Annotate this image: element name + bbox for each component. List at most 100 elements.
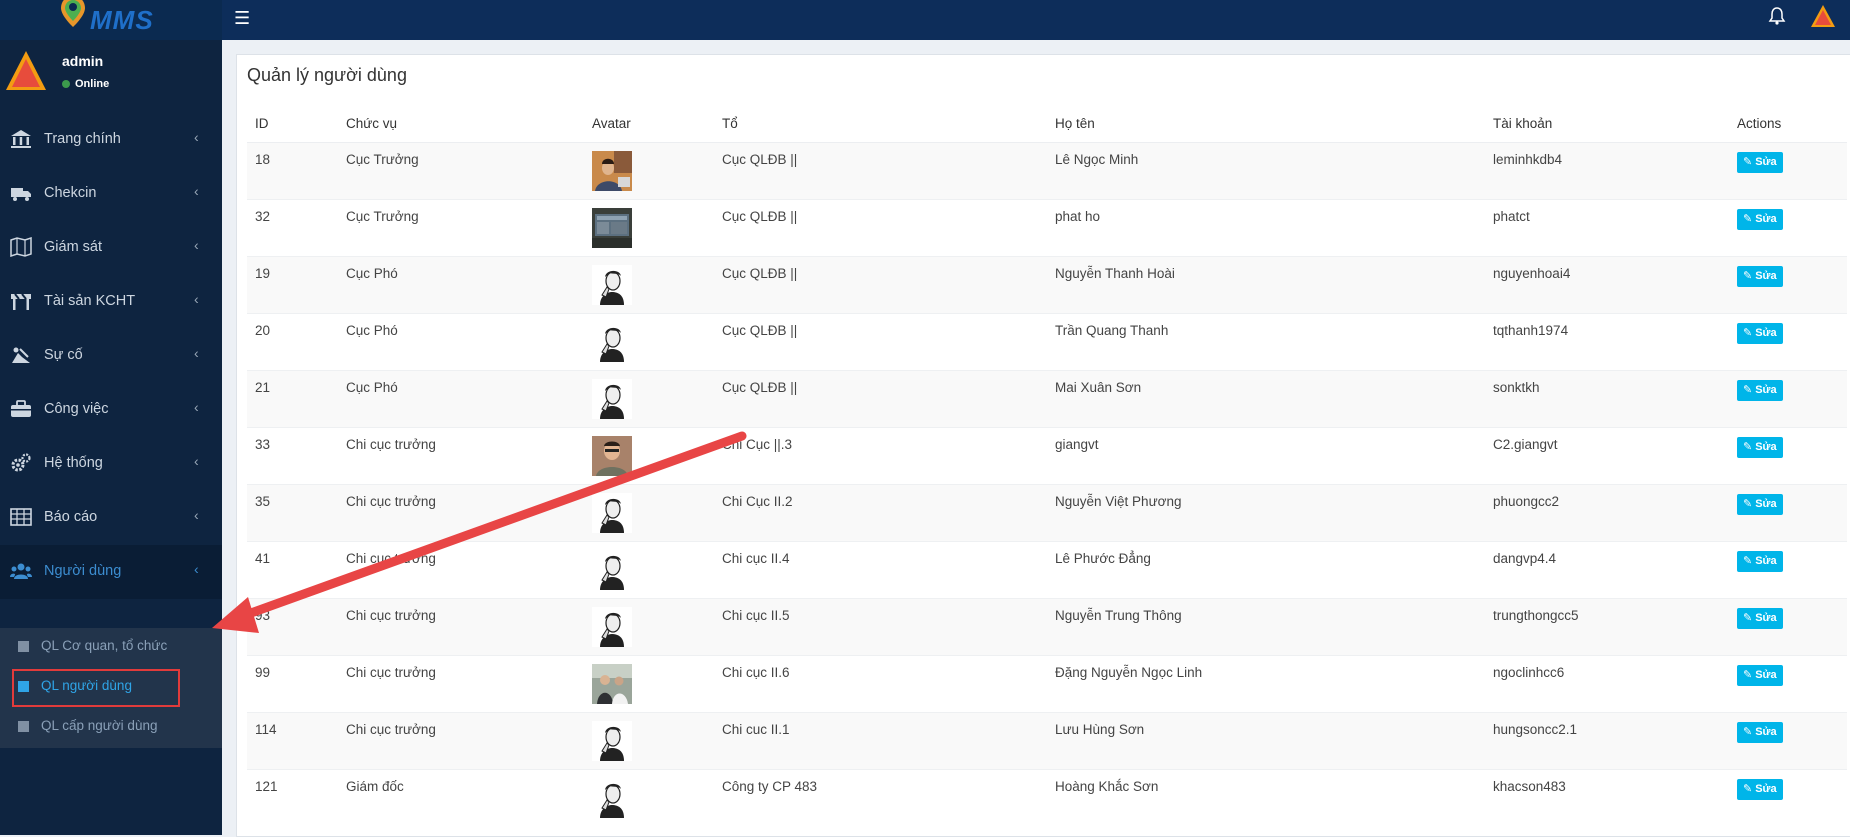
user-status-label: Online	[75, 78, 110, 90]
column-header-avatar[interactable]: Avatar	[584, 105, 714, 143]
edit-button-label: Sửa	[1755, 612, 1777, 624]
avatar	[592, 493, 632, 533]
gears-icon	[11, 453, 31, 472]
cell-position: Chi cục trưởng	[338, 712, 584, 770]
edit-button[interactable]: ✎ Sửa	[1737, 722, 1783, 743]
edit-button[interactable]: ✎ Sửa	[1737, 323, 1783, 344]
edit-button-label: Sửa	[1755, 441, 1777, 453]
column-header-account[interactable]: Tài khoản	[1485, 105, 1729, 143]
edit-button[interactable]: ✎ Sửa	[1737, 551, 1783, 572]
cell-id: 121	[247, 769, 338, 827]
column-header-position[interactable]: Chức vụ	[338, 105, 584, 143]
cell-actions: ✎ Sửa	[1729, 655, 1847, 713]
cell-team: Công ty CP 483	[714, 769, 1047, 827]
top-header: MMS ☰	[0, 0, 1850, 40]
edit-button-label: Sửa	[1755, 498, 1777, 510]
sidebar-item-label: Hệ thống	[44, 455, 103, 471]
cell-avatar	[584, 541, 714, 599]
avatar	[592, 265, 632, 305]
column-header-team[interactable]: Tổ	[714, 105, 1047, 143]
sidebar-item-nguoi-dung[interactable]: Người dùng ‹	[0, 545, 222, 599]
table-row: 33 Chi cục trưởng Chi Cục ||.3 giangvt C2.gi…	[247, 427, 1847, 485]
edit-button[interactable]: ✎ Sửa	[1737, 665, 1783, 686]
column-header-name[interactable]: Họ tên	[1047, 105, 1485, 143]
sidebar-item-chekcin[interactable]: Chekcin ‹	[0, 167, 222, 221]
cell-actions: ✎ Sửa	[1729, 484, 1847, 542]
pencil-icon: ✎	[1743, 327, 1753, 339]
sidebar-item-label: Giám sát	[44, 239, 103, 255]
column-header-actions: Actions	[1729, 105, 1847, 143]
table-row: 21 Cục Phó Cục QLĐB || Mai Xuân Sơn sonktkh ✎…	[247, 370, 1847, 428]
table-row: 32 Cục Trưởng Cục QLĐB || phat ho phatct ✎ Sửa	[247, 199, 1847, 257]
cell-id: 21	[247, 370, 338, 428]
edit-button[interactable]: ✎ Sửa	[1737, 380, 1783, 401]
sidebar-item-label: Chekcin	[44, 185, 97, 201]
map-pin-logo-icon	[61, 0, 85, 27]
submenu-item-ql-co-quan[interactable]: QL Cơ quan, tổ chức	[0, 628, 222, 666]
pencil-icon: ✎	[1743, 612, 1753, 624]
cell-id: 33	[247, 427, 338, 485]
cell-name: Nguyễn Trung Thông	[1047, 598, 1485, 656]
submenu-item-label: QL cấp người dùng	[41, 718, 158, 733]
sidebar-item-giam-sat[interactable]: Giám sát ‹	[0, 221, 222, 275]
chevron-left-icon: ‹	[194, 291, 199, 307]
user-panel: admin Online	[0, 40, 222, 100]
submenu-item-ql-cap-nguoi-dung[interactable]: QL cấp người dùng	[0, 708, 222, 746]
edit-button[interactable]: ✎ Sửa	[1737, 152, 1783, 173]
edit-button[interactable]: ✎ Sửa	[1737, 209, 1783, 230]
cell-position: Cục Trưởng	[338, 199, 584, 257]
sidebar-item-trang-chinh[interactable]: Trang chính ‹	[0, 113, 222, 167]
table-row: 99 Chi cục trưởng Chi cục II.6 Đặng Nguyễn …	[247, 655, 1847, 713]
avatar	[592, 151, 632, 191]
user-avatar-icon[interactable]	[1810, 4, 1836, 28]
cell-avatar	[584, 769, 714, 827]
cell-avatar	[584, 655, 714, 713]
sidebar-item-su-co[interactable]: Sự cố ‹	[0, 329, 222, 383]
cell-account: dangvp4.4	[1485, 541, 1729, 599]
sidebar-item-label: Trang chính	[44, 131, 121, 147]
table-row: 18 Cục Trưởng Cục QLĐB || Lê Ngọc Minh lemin…	[247, 142, 1847, 200]
sidebar-item-cong-viec[interactable]: Công việc ‹	[0, 383, 222, 437]
edit-button[interactable]: ✎ Sửa	[1737, 437, 1783, 458]
pencil-icon: ✎	[1743, 213, 1753, 225]
logo[interactable]: MMS	[0, 0, 222, 40]
cell-id: 93	[247, 598, 338, 656]
avatar	[592, 322, 632, 362]
cell-position: Chi cục trưởng	[338, 598, 584, 656]
user-status: Online	[62, 78, 109, 90]
cell-name: Lưu Hùng Sơn	[1047, 712, 1485, 770]
cell-avatar	[584, 598, 714, 656]
edit-button[interactable]: ✎ Sửa	[1737, 266, 1783, 287]
table-row: 93 Chi cục trưởng Chi cục II.5 Nguyễn Trung…	[247, 598, 1847, 656]
cell-name: Hoàng Khắc Sơn	[1047, 769, 1485, 827]
edit-button[interactable]: ✎ Sửa	[1737, 608, 1783, 629]
bell-icon[interactable]	[1768, 6, 1786, 26]
cell-team: Cục QLĐB ||	[714, 313, 1047, 371]
cell-id: 35	[247, 484, 338, 542]
pencil-icon: ✎	[1743, 384, 1753, 396]
cell-account: C2.giangvt	[1485, 427, 1729, 485]
cell-name: giangvt	[1047, 427, 1485, 485]
column-header-id[interactable]: ID	[247, 105, 338, 143]
sidebar-item-bao-cao[interactable]: Báo cáo ‹	[0, 491, 222, 545]
chevron-left-icon: ‹	[194, 345, 199, 361]
edit-button[interactable]: ✎ Sửa	[1737, 494, 1783, 515]
cell-position: Cục Phó	[338, 370, 584, 428]
avatar	[592, 379, 632, 419]
edit-button-label: Sửa	[1755, 270, 1777, 282]
sidebar-item-tai-san-kcht[interactable]: Tài sản KCHT ‹	[0, 275, 222, 329]
briefcase-icon	[11, 400, 31, 417]
main-content: Quản lý người dùng ID Chức vụ Avatar Tổ …	[236, 54, 1850, 837]
edit-button[interactable]: ✎ Sửa	[1737, 779, 1783, 800]
chevron-left-icon: ‹	[194, 453, 199, 469]
cell-team: Chi Cục II.2	[714, 484, 1047, 542]
cell-actions: ✎ Sửa	[1729, 769, 1847, 827]
hamburger-icon[interactable]: ☰	[234, 8, 250, 29]
cell-team: Chi Cục ||.3	[714, 427, 1047, 485]
sidebar-item-he-thong[interactable]: Hệ thống ‹	[0, 437, 222, 491]
avatar	[592, 208, 632, 248]
truck-icon	[11, 188, 31, 201]
cell-position: Chi cục trưởng	[338, 427, 584, 485]
chevron-left-icon: ‹	[194, 507, 199, 523]
user-name: admin	[62, 53, 104, 69]
